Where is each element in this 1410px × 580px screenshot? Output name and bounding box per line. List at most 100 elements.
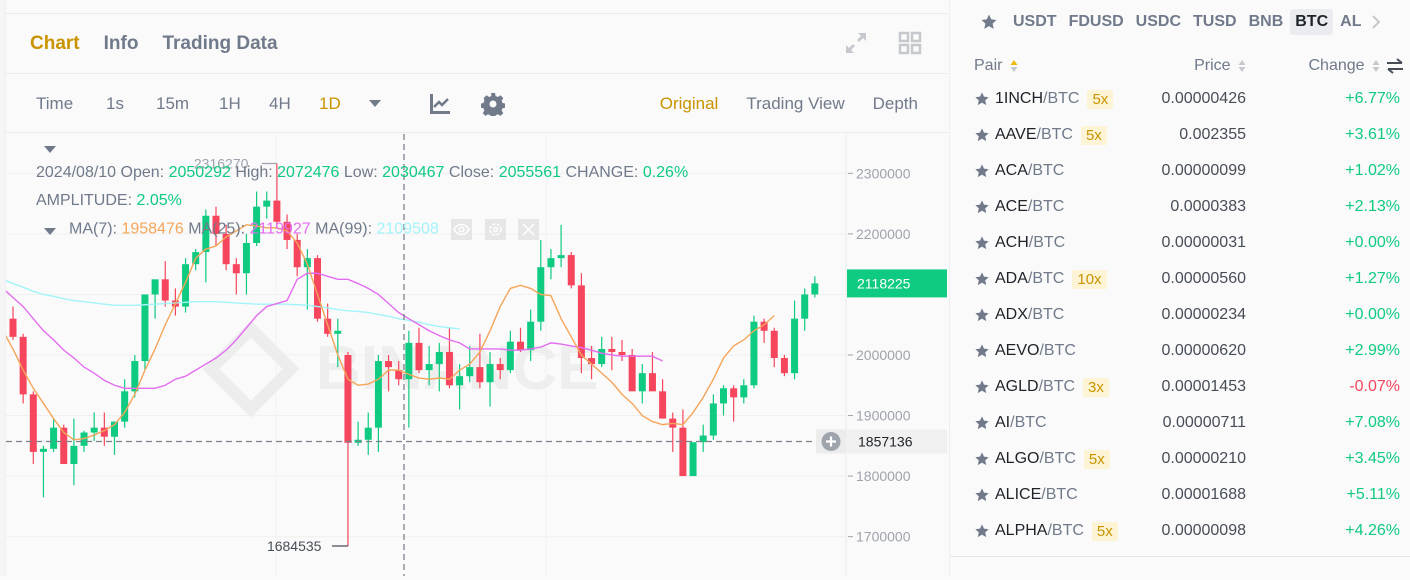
change-cell: +5.11% bbox=[1346, 486, 1400, 503]
market-row[interactable]: ACA/BTC 0.00000099 +1.02% bbox=[974, 153, 1400, 189]
quote-tab-fdusd[interactable]: FDUSD bbox=[1064, 9, 1129, 35]
collapse-ohlc-icon[interactable] bbox=[44, 146, 56, 154]
pair-cell: ALGO/BTC 5x bbox=[974, 449, 1134, 469]
market-row[interactable]: ACH/BTC 0.00000031 +0.00% bbox=[974, 225, 1400, 261]
market-row[interactable]: ADA/BTC 10x 0.00000560 +1.27% bbox=[974, 261, 1400, 297]
star-icon[interactable] bbox=[974, 199, 990, 215]
star-icon[interactable] bbox=[974, 127, 990, 143]
amplitude-label: AMPLITUDE: bbox=[36, 192, 133, 209]
interval-4h[interactable]: 4H bbox=[269, 94, 319, 114]
price-header[interactable]: Price bbox=[1134, 57, 1246, 75]
swap-icon[interactable] bbox=[1386, 58, 1404, 74]
grid-layout-icon[interactable] bbox=[898, 31, 922, 59]
star-icon[interactable] bbox=[974, 415, 990, 431]
market-row[interactable]: AI/BTC 0.00000711 +7.08% bbox=[974, 405, 1400, 441]
eye-icon[interactable] bbox=[451, 219, 473, 240]
interval-1s[interactable]: 1s bbox=[106, 94, 156, 114]
price-cell: 0.00000711 bbox=[1162, 414, 1246, 431]
pair-cell: ADA/BTC 10x bbox=[974, 269, 1134, 289]
market-row[interactable]: ALPHA/BTC 5x 0.00000098 +4.26% bbox=[974, 513, 1400, 549]
pair-cell: AGLD/BTC 3x bbox=[974, 377, 1134, 397]
market-row[interactable]: ALICE/BTC 0.00001688 +5.11% bbox=[974, 477, 1400, 513]
indicator-icon[interactable] bbox=[429, 93, 451, 115]
candle-body bbox=[90, 427, 98, 433]
change-label: CHANGE: bbox=[565, 164, 639, 181]
candle-body bbox=[50, 427, 58, 449]
candle-body bbox=[506, 341, 514, 371]
market-row[interactable]: AGLD/BTC 3x 0.00001453 -0.07% bbox=[974, 369, 1400, 405]
candle-body bbox=[740, 385, 748, 398]
market-row[interactable]: AAVE/BTC 5x 0.002355 +3.61% bbox=[974, 117, 1400, 153]
collapse-ma-icon[interactable] bbox=[44, 228, 56, 236]
candle-body bbox=[496, 364, 504, 371]
price-cell: 0.00000210 bbox=[1161, 450, 1246, 467]
high-value: 2072476 bbox=[277, 164, 340, 181]
market-row[interactable]: ADX/BTC 0.00000234 +0.00% bbox=[974, 297, 1400, 333]
candle-body bbox=[598, 348, 606, 365]
sort-icon bbox=[1238, 59, 1246, 72]
ohlc-line: 2024/08/10 Open: 2050292 High: 2072476 L… bbox=[36, 164, 688, 182]
pair-base: ACH bbox=[995, 234, 1029, 251]
gear-icon[interactable] bbox=[481, 92, 505, 116]
quote-tab-usdt[interactable]: USDT bbox=[1008, 9, 1062, 35]
candle-body bbox=[476, 367, 484, 383]
star-icon[interactable] bbox=[974, 91, 990, 107]
change-header[interactable]: Change bbox=[1246, 57, 1380, 75]
chevron-right-icon[interactable] bbox=[1371, 14, 1381, 30]
star-icon[interactable] bbox=[980, 13, 998, 31]
interval-time[interactable]: Time bbox=[36, 94, 106, 114]
view-trading-view[interactable]: Trading View bbox=[746, 94, 844, 114]
candle-body bbox=[385, 361, 393, 368]
pair-base: ALGO bbox=[995, 450, 1040, 467]
leverage-badge: 3x bbox=[1083, 377, 1109, 397]
star-icon[interactable] bbox=[974, 271, 990, 287]
more-intervals-button[interactable] bbox=[369, 99, 429, 108]
star-icon[interactable] bbox=[974, 379, 990, 395]
star-icon[interactable] bbox=[974, 451, 990, 467]
tab-trading-data[interactable]: Trading Data bbox=[162, 33, 277, 55]
market-table-header: Pair Price Change bbox=[974, 52, 1404, 80]
view-depth[interactable]: Depth bbox=[873, 94, 918, 114]
star-icon[interactable] bbox=[974, 487, 990, 503]
candle-body bbox=[648, 373, 656, 392]
pair-quote: /BTC bbox=[1027, 270, 1065, 287]
star-icon[interactable] bbox=[974, 343, 990, 359]
expand-icon[interactable] bbox=[844, 31, 868, 59]
pair-quote: /BTC bbox=[1010, 414, 1047, 431]
tab-info[interactable]: Info bbox=[104, 33, 139, 55]
quote-tab-alts[interactable]: AL bbox=[1335, 9, 1361, 35]
quote-tab-bnb[interactable]: BNB bbox=[1244, 9, 1289, 35]
price-cell: 0.00000098 bbox=[1161, 522, 1246, 539]
star-icon[interactable] bbox=[974, 163, 990, 179]
candle-body bbox=[39, 448, 47, 452]
ma-settings-icon[interactable] bbox=[484, 219, 506, 240]
view-original[interactable]: Original bbox=[660, 94, 719, 114]
interval-1d[interactable]: 1D bbox=[319, 94, 369, 114]
pair-header[interactable]: Pair bbox=[974, 57, 1134, 75]
market-row[interactable]: 1INCH/BTC 5x 0.00000426 +6.77% bbox=[974, 81, 1400, 117]
tab-chart[interactable]: Chart bbox=[30, 33, 80, 55]
close-icon[interactable] bbox=[518, 219, 540, 240]
change-cell: +3.45% bbox=[1345, 450, 1400, 467]
market-row[interactable]: ALGO/BTC 5x 0.00000210 +3.45% bbox=[974, 441, 1400, 477]
candle-body bbox=[527, 321, 535, 351]
star-icon[interactable] bbox=[974, 523, 990, 539]
pair-base: ACE bbox=[995, 198, 1028, 215]
market-panel: USDT FDUSD USDC TUSD BNB BTC AL Pair Pri… bbox=[949, 0, 1410, 576]
star-icon[interactable] bbox=[974, 235, 990, 251]
market-row[interactable]: ACE/BTC 0.0000383 +2.13% bbox=[974, 189, 1400, 225]
quote-tab-btc[interactable]: BTC bbox=[1290, 9, 1334, 35]
interval-15m[interactable]: 15m bbox=[156, 94, 219, 114]
interval-1h[interactable]: 1H bbox=[219, 94, 269, 114]
pair-base: ALPHA bbox=[995, 522, 1048, 539]
leverage-badge: 5x bbox=[1091, 521, 1118, 541]
market-row[interactable]: AEVO/BTC 0.00000620 +2.99% bbox=[974, 333, 1400, 369]
pair-quote: /BTC bbox=[1041, 486, 1078, 503]
quote-tab-tusd[interactable]: TUSD bbox=[1188, 9, 1242, 35]
open-label: Open: bbox=[120, 164, 165, 181]
pair-cell: ALICE/BTC bbox=[974, 486, 1134, 504]
price-cell: 0.00000031 bbox=[1161, 234, 1246, 251]
candlestick-chart[interactable]: BINANCE 1700000 1800000 1900000 2000000 22000… bbox=[2, 134, 948, 576]
quote-tab-usdc[interactable]: USDC bbox=[1131, 9, 1186, 35]
star-icon[interactable] bbox=[974, 307, 990, 323]
